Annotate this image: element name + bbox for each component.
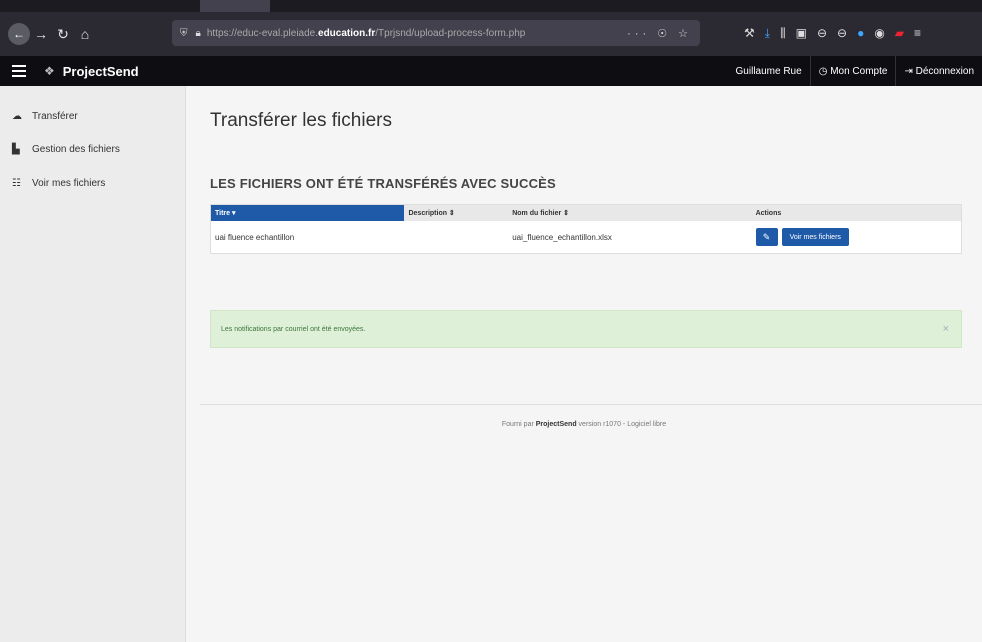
logout-icon: ⇥ <box>904 65 916 77</box>
success-alert: Les notifications par courriel ont été e… <box>210 310 962 348</box>
sidebar-item-label: Gestion des fichiers <box>32 143 120 155</box>
pdf-icon[interactable]: ▰ <box>895 26 904 40</box>
column-header-filename[interactable]: Nom du fichier ⇕ <box>508 205 751 221</box>
file-icon: ▙ <box>12 143 20 155</box>
logo-icon: ❖ <box>44 64 55 78</box>
browser-extension-icons: ⚒ ⤓ ⫼ ▣ ⊖ ⊖ ● ◉ ▰ ≡ <box>744 20 921 46</box>
footer-prefix: Fourni par <box>501 421 536 428</box>
files-table: Titre ▾ Description ⇕ Nom du fichier ⇕ A… <box>210 204 962 254</box>
sidebar-item-gestion[interactable]: ▙ Gestion des fichiers <box>0 132 185 166</box>
table-header: Titre ▾ Description ⇕ Nom du fichier ⇕ A… <box>211 205 961 221</box>
sidebar-item-label: Voir mes fichiers <box>32 177 106 189</box>
upload-icon: ☁ <box>12 110 22 122</box>
library-icon[interactable]: ⫼ <box>780 26 786 41</box>
sidebar-toggle-icon[interactable]: ▣ <box>796 26 807 40</box>
close-icon[interactable]: × <box>943 323 949 335</box>
column-header-description[interactable]: Description ⇕ <box>404 205 508 221</box>
url-domain: education.fr <box>318 27 376 39</box>
browser-toolbar: ← → ↻ ⌂ ⛨ 🔒︎ https://educ-eval.pleiade. e… <box>0 0 982 56</box>
download-icon[interactable]: ⤓ <box>765 26 770 41</box>
account-link[interactable]: ◷ Mon Compte <box>809 56 896 86</box>
brand-name[interactable]: ProjectSend <box>63 64 139 79</box>
url-bar[interactable]: ⛨ 🔒︎ https://educ-eval.pleiade. education… <box>172 20 700 46</box>
browser-tab-active[interactable] <box>200 0 270 12</box>
forward-button[interactable]: → <box>30 26 52 42</box>
footer-brand-link[interactable]: ProjectSend <box>536 421 577 428</box>
account-label: Mon Compte <box>830 65 888 77</box>
tracking-shield-icon[interactable]: ⛨ <box>180 28 188 39</box>
tools-icon[interactable]: ⚒ <box>744 26 755 40</box>
nav-row: ← → ↻ ⌂ ⛨ 🔒︎ https://educ-eval.pleiade. e… <box>0 12 982 56</box>
cell-actions: ✎ Voir mes fichiers <box>752 228 961 246</box>
cell-filename: uai_fluence_echantillon.xlsx <box>512 232 612 242</box>
url-path: /Tprjsnd/upload-process-form.php <box>375 27 526 39</box>
logout-link[interactable]: ⇥ Déconnexion <box>895 56 982 86</box>
sidebar: ☁ Transférer ▙ Gestion des fichiers ☷ Vo… <box>0 86 186 642</box>
sidebar-item-transferer[interactable]: ☁ Transférer <box>0 100 185 132</box>
menu-icon[interactable]: ≡ <box>914 26 921 40</box>
pencil-icon: ✎ <box>762 231 771 242</box>
view-files-button[interactable]: Voir mes fichiers <box>781 228 849 246</box>
extension-icon-2[interactable]: ⊖ <box>837 26 847 40</box>
lock-icon[interactable]: 🔒︎ <box>196 28 201 39</box>
sidebar-item-label: Transférer <box>32 110 78 122</box>
section-title: LES FICHIERS ONT ÉTÉ TRANSFÉRÉS AVEC SUC… <box>210 176 556 191</box>
cell-title: uai fluence echantillon <box>215 232 295 242</box>
column-header-title[interactable]: Titre ▾ <box>211 205 405 221</box>
url-prefix: https://educ-eval.pleiade. <box>206 27 319 39</box>
extension-icon-3[interactable]: ● <box>857 26 864 40</box>
user-name[interactable]: Guillaume Rue <box>728 56 810 86</box>
main-content: Transférer les fichiers LES FICHIERS ONT… <box>186 86 982 642</box>
extension-icon[interactable]: ⊖ <box>817 26 827 40</box>
alert-message: Les notifications par courriel ont été e… <box>221 325 366 333</box>
logout-label: Déconnexion <box>915 65 974 77</box>
footer: Fourni par ProjectSend version r1070 - L… <box>186 421 982 428</box>
table-row: uai fluence echantillon uai_fluence_echa… <box>211 221 961 253</box>
user-icon: ◷ <box>818 65 831 77</box>
extension-icon-4[interactable]: ◉ <box>874 26 884 40</box>
reload-button[interactable]: ↻ <box>52 26 74 43</box>
column-header-actions: Actions <box>755 209 782 217</box>
home-button[interactable]: ⌂ <box>74 26 96 42</box>
tab-strip <box>0 0 982 12</box>
page-actions-icons[interactable]: ··· ☉ ☆ <box>627 27 692 40</box>
page-title: Transférer les fichiers <box>210 110 392 131</box>
back-button[interactable]: ← <box>8 23 30 45</box>
divider <box>200 404 982 405</box>
app-header: ❖ ProjectSend Guillaume Rue ◷ Mon Compte… <box>0 56 982 86</box>
edit-button[interactable]: ✎ <box>755 228 778 246</box>
sidebar-item-voir[interactable]: ☷ Voir mes fichiers <box>0 166 185 200</box>
hamburger-menu-icon[interactable] <box>12 65 26 77</box>
header-user-menu: Guillaume Rue ◷ Mon Compte ⇥ Déconnexion <box>728 56 982 86</box>
footer-suffix: version r1070 - Logiciel libre <box>576 421 667 428</box>
list-icon: ☷ <box>12 177 21 189</box>
